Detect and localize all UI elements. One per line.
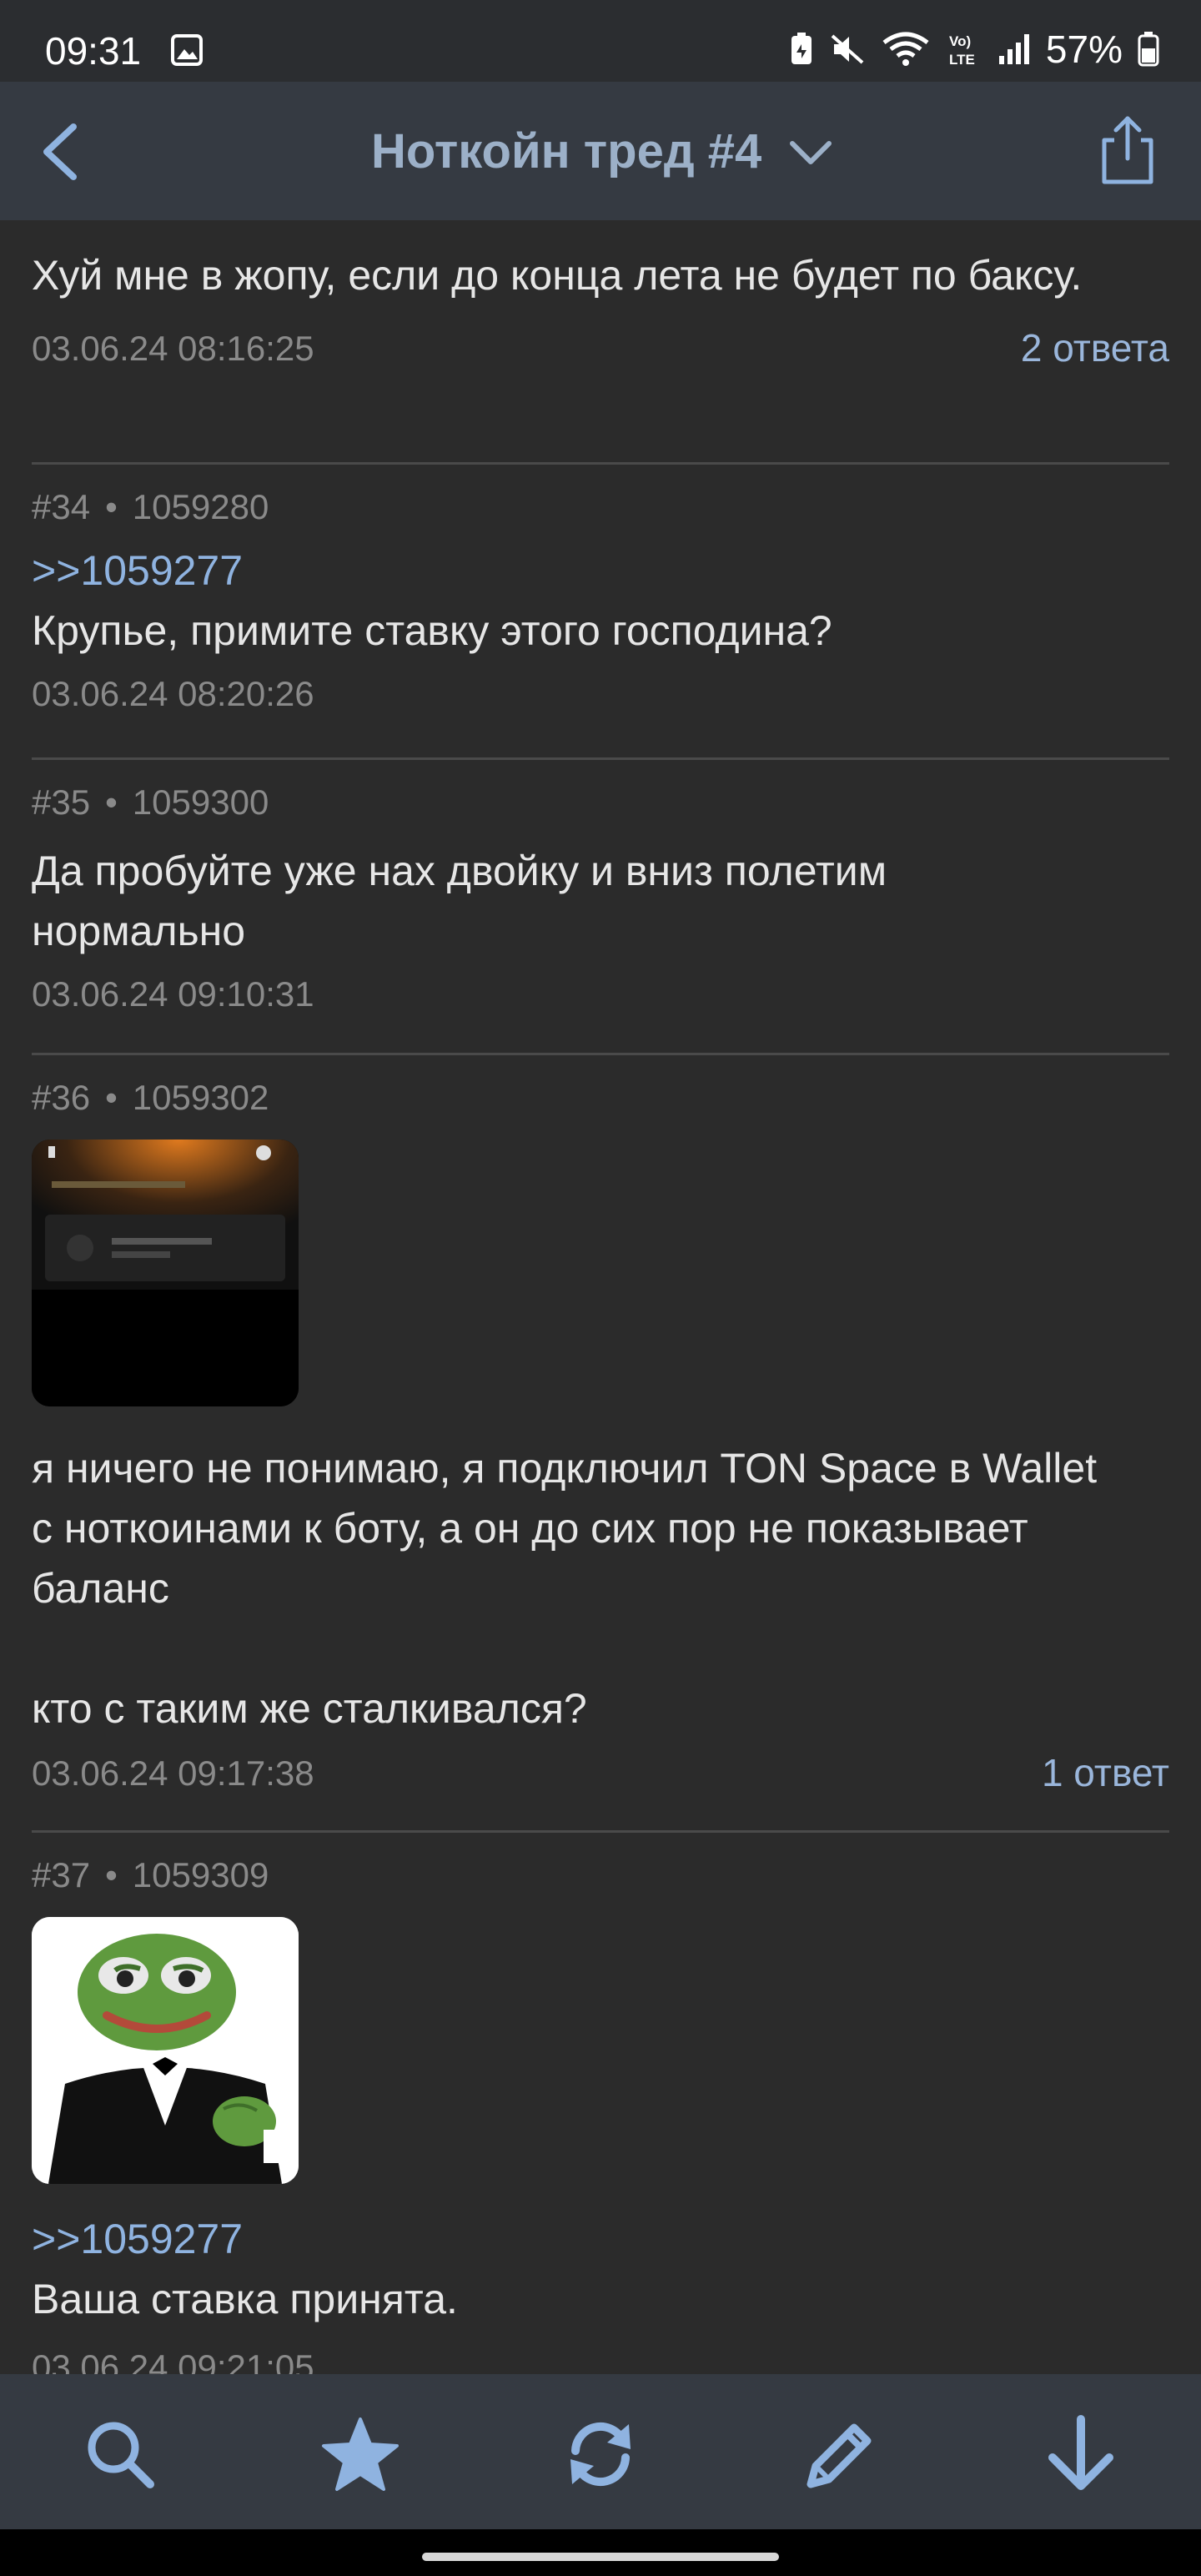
meta-separator: • xyxy=(105,782,118,822)
signal-icon xyxy=(998,34,1029,64)
post-item: #36 • 1059302 я ничего не понимаю, я под… xyxy=(32,1078,1169,1804)
svg-text:Vo): Vo) xyxy=(949,33,971,49)
post-image-thumbnail[interactable] xyxy=(32,1917,299,2184)
status-time: 09:31 xyxy=(45,29,142,73)
replies-link[interactable]: 2 ответа xyxy=(1021,325,1169,370)
meta-separator: • xyxy=(105,1855,118,1894)
arrow-down-icon[interactable] xyxy=(1039,2412,1123,2496)
reply-link[interactable]: >>1059277 xyxy=(32,2209,1169,2269)
post-divider xyxy=(32,757,1169,760)
refresh-icon[interactable] xyxy=(559,2412,642,2496)
post-id[interactable]: 1059302 xyxy=(133,1078,269,1117)
share-icon[interactable] xyxy=(1094,112,1161,187)
battery-level: 57% xyxy=(1045,28,1123,71)
post-date: 03.06.24 09:10:31 xyxy=(32,974,314,1014)
home-indicator[interactable] xyxy=(422,2553,779,2561)
post-divider xyxy=(32,1053,1169,1055)
meta-separator: • xyxy=(105,1078,118,1117)
post-id[interactable]: 1059300 xyxy=(133,782,269,822)
bottom-toolbar xyxy=(0,2374,1201,2529)
post-feed[interactable]: Хуй мне в жопу, если до конца лета не бу… xyxy=(0,220,1201,2374)
post-text: я ничего не понимаю, я подключил TON Spa… xyxy=(32,1445,1098,1732)
post-text: Да пробуйте уже нах двойку и вниз полети… xyxy=(32,848,898,954)
post-id[interactable]: 1059309 xyxy=(133,1855,269,1894)
battery-saver-icon xyxy=(791,33,812,64)
meta-separator: • xyxy=(105,487,118,526)
post-date: 03.06.24 09:17:38 xyxy=(32,1753,314,1793)
pencil-icon[interactable] xyxy=(799,2412,882,2496)
replies-link[interactable]: 1 ответ xyxy=(1042,1750,1169,1795)
post-meta: #34 • 1059280 xyxy=(32,487,1169,527)
thread-title[interactable]: Ноткойн тред #4 xyxy=(371,123,761,179)
wifi-icon xyxy=(882,32,929,66)
post-number: #34 xyxy=(32,487,91,526)
screenshot-image xyxy=(32,1140,299,1406)
post-date: 03.06.24 09:21:05 xyxy=(32,2347,314,2374)
star-icon[interactable] xyxy=(319,2412,402,2496)
post-item: #34 • 1059280 >>1059277 Крупье, примите ст… xyxy=(32,487,1169,714)
post-text: Крупье, примите ставку этого господина? xyxy=(32,607,832,654)
volte-icon: Vo) LTE xyxy=(949,33,975,68)
post-date: 03.06.24 08:20:26 xyxy=(32,674,314,713)
back-arrow-icon[interactable] xyxy=(33,118,92,185)
status-icons: Vo) LTE 57% xyxy=(789,27,1159,72)
post-item: Хуй мне в жопу, если до конца лета не бу… xyxy=(32,245,1169,379)
search-icon[interactable] xyxy=(78,2412,162,2496)
svg-text:LTE: LTE xyxy=(949,52,975,68)
status-bar: 09:31 Vo) LTE 57% xyxy=(0,0,1201,82)
post-divider xyxy=(32,1830,1169,1833)
post-date: 03.06.24 08:16:25 xyxy=(32,329,314,368)
gesture-nav-bar xyxy=(0,2529,1201,2576)
post-image-thumbnail[interactable] xyxy=(32,1140,299,1406)
gallery-icon xyxy=(171,34,203,66)
battery-icon xyxy=(1138,32,1159,67)
post-meta: #35 • 1059300 xyxy=(32,782,1169,823)
reply-link[interactable]: >>1059277 xyxy=(32,541,1169,601)
post-item: #35 • 1059300 Да пробуйте уже нах двойку и… xyxy=(32,782,1169,1014)
post-id[interactable]: 1059280 xyxy=(133,487,269,526)
post-meta: #36 • 1059302 xyxy=(32,1078,1169,1118)
post-number: #35 xyxy=(32,782,91,822)
chevron-down-icon[interactable] xyxy=(787,132,834,174)
mute-icon xyxy=(831,34,864,64)
thread-header: Ноткойн тред #4 xyxy=(0,82,1201,220)
post-divider xyxy=(32,462,1169,465)
post-number: #36 xyxy=(32,1078,91,1117)
post-item: #37 • 1059309 >>1059277 Ваша ставка прин… xyxy=(32,1855,1169,2374)
post-number: #37 xyxy=(32,1855,91,1894)
frog-meme-image xyxy=(32,1917,299,2184)
post-meta: #37 • 1059309 xyxy=(32,1855,1169,1895)
post-text: Ваша ставка принята. xyxy=(32,2276,458,2322)
post-text: Хуй мне в жопу, если до конца лета не бу… xyxy=(32,252,1083,299)
